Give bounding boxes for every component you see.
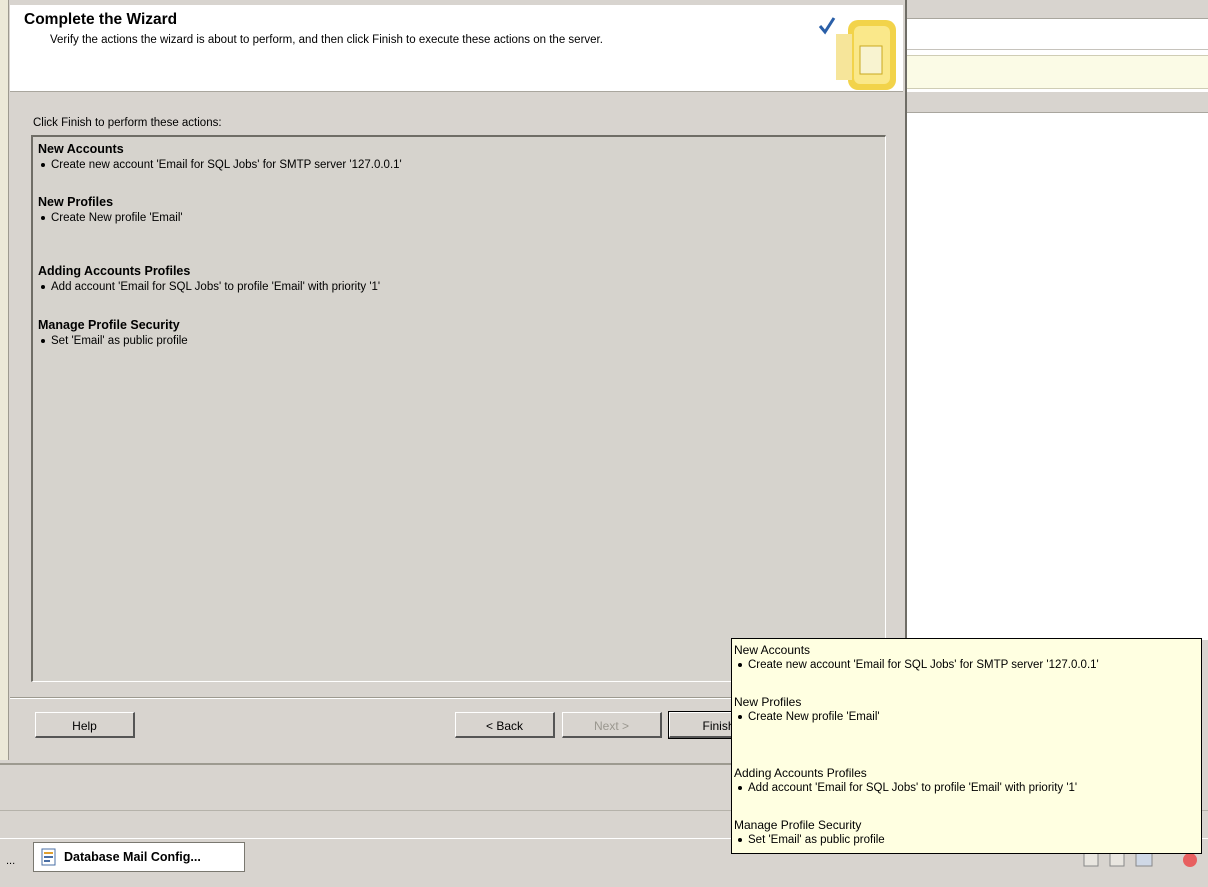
actions-tooltip: New Accounts Create new account 'Email f… xyxy=(731,638,1202,854)
wizard-title: Complete the Wizard xyxy=(24,11,178,28)
section-item-new-profiles: Create New profile 'Email' xyxy=(41,212,183,224)
tooltip-heading-manage-profile-security: Manage Profile Security xyxy=(734,818,862,832)
background-window-toolbar xyxy=(907,0,1208,19)
wizard-complete-icon xyxy=(810,12,898,90)
section-item-adding-accounts-profiles: Add account 'Email for SQL Jobs' to prof… xyxy=(41,281,380,293)
actions-report-box: New Accounts Create new account 'Email f… xyxy=(31,135,886,682)
section-heading-new-accounts: New Accounts xyxy=(38,142,124,156)
tooltip-item-new-profiles: Create New profile 'Email' xyxy=(738,711,880,723)
database-mail-app-icon xyxy=(40,848,58,866)
help-button[interactable]: Help xyxy=(35,712,135,738)
tooltip-heading-new-profiles: New Profiles xyxy=(734,695,802,709)
tooltip-item-manage-profile-security: Set 'Email' as public profile xyxy=(738,834,885,846)
background-window-field xyxy=(907,19,1208,50)
section-item-new-accounts: Create new account 'Email for SQL Jobs' … xyxy=(41,159,402,171)
back-button[interactable]: < Back xyxy=(455,712,555,738)
taskbar-button-database-mail[interactable]: Database Mail Config... xyxy=(33,842,245,872)
section-heading-new-profiles: New Profiles xyxy=(38,195,114,209)
background-window xyxy=(905,0,1208,640)
actions-label: Click Finish to perform these actions: xyxy=(33,117,222,129)
tooltip-heading-new-accounts: New Accounts xyxy=(734,643,811,657)
tooltip-heading-adding-accounts-profiles: Adding Accounts Profiles xyxy=(734,766,867,780)
background-window-info-bar xyxy=(907,55,1208,89)
taskbar-overflow[interactable]: ... xyxy=(6,855,15,867)
next-button[interactable]: Next > xyxy=(562,712,662,738)
tooltip-item-new-accounts: Create new account 'Email for SQL Jobs' … xyxy=(738,659,1099,671)
section-heading-adding-accounts-profiles: Adding Accounts Profiles xyxy=(38,264,191,278)
left-window-edge xyxy=(0,0,9,760)
wizard-subtitle: Verify the actions the wizard is about t… xyxy=(50,34,603,46)
section-heading-manage-profile-security: Manage Profile Security xyxy=(38,318,180,332)
tooltip-item-adding-accounts-profiles: Add account 'Email for SQL Jobs' to prof… xyxy=(738,782,1077,794)
background-window-header xyxy=(907,92,1208,113)
section-item-manage-profile-security: Set 'Email' as public profile xyxy=(41,335,188,347)
